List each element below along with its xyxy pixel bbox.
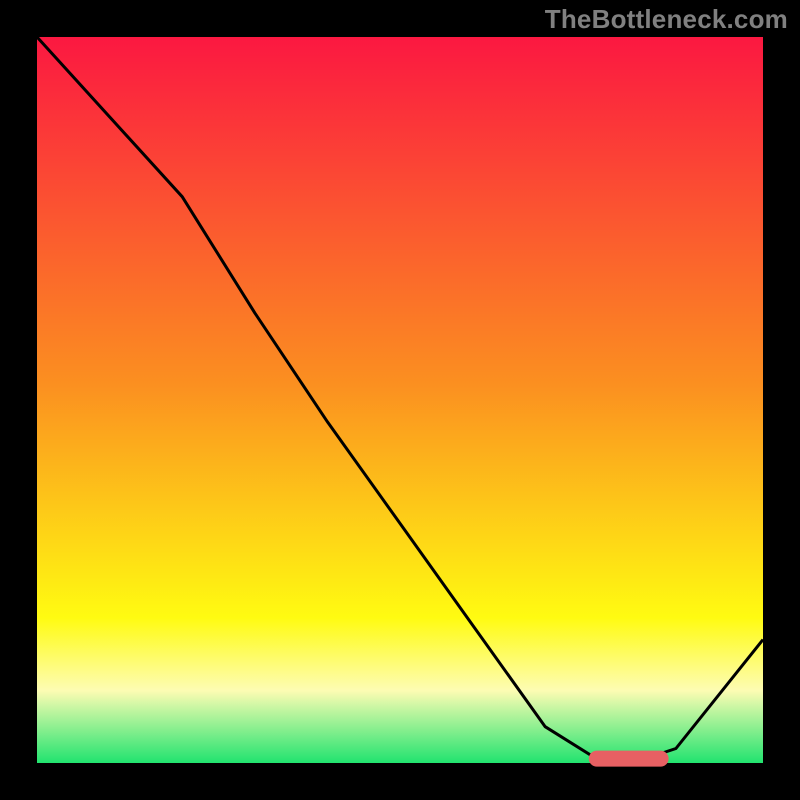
plot-background — [37, 37, 763, 763]
bottleneck-chart — [0, 0, 800, 800]
chart-container: { "watermark": "TheBottleneck.com", "col… — [0, 0, 800, 800]
optimal-range-marker — [589, 751, 669, 767]
